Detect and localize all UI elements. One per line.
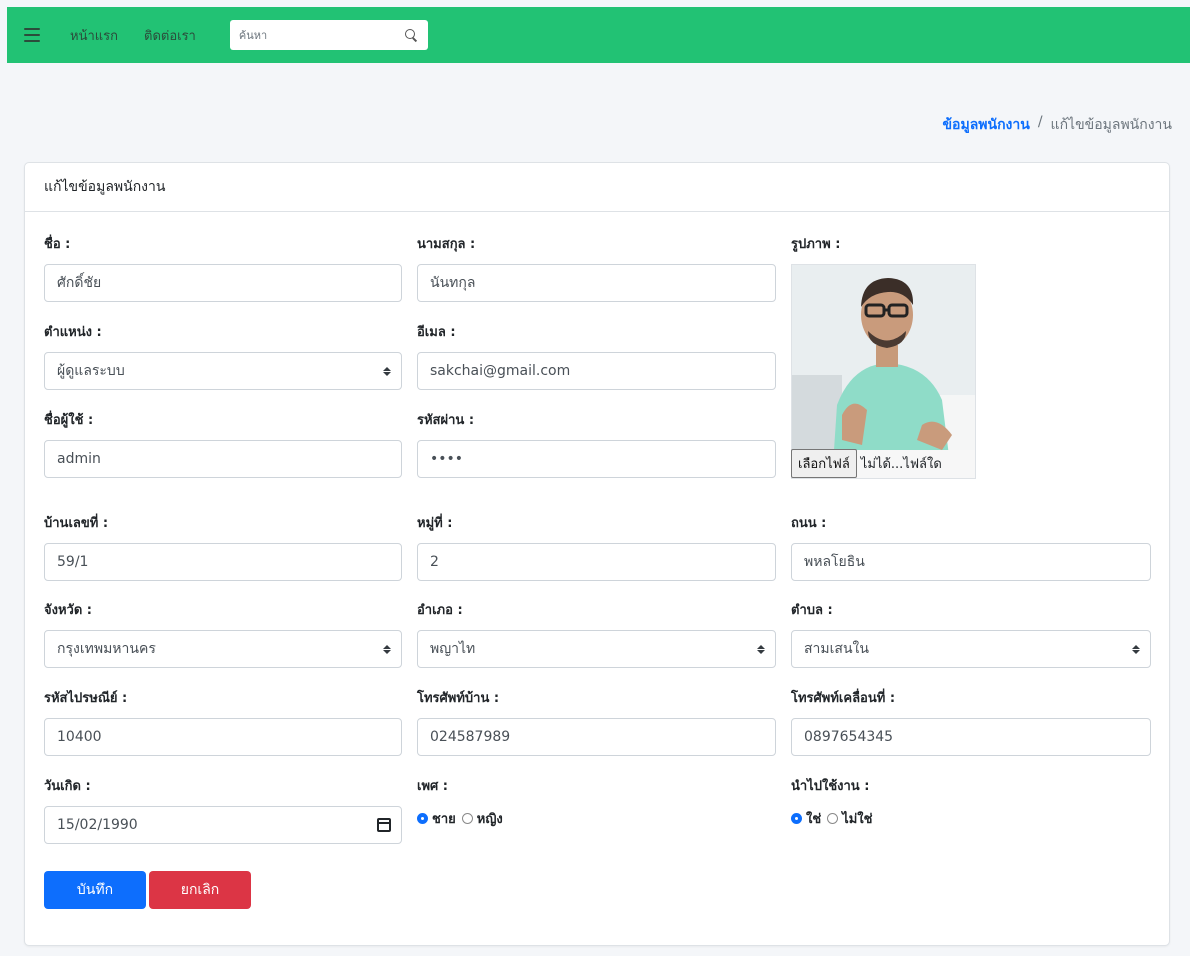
position-value: ผู้ดูแลระบบ (57, 363, 125, 379)
road-label: ถนน : (791, 516, 827, 531)
postcode-input[interactable]: 10400 (44, 718, 402, 756)
subdistrict-value: สามเสนใน (804, 641, 869, 657)
select-arrows-icon (383, 366, 391, 376)
district-value: พญาไท (430, 641, 476, 657)
first-name-input[interactable]: ศักดิ์ชัย (44, 264, 402, 302)
active-label: นำไปใช้งาน : (791, 779, 870, 794)
search-box (229, 20, 428, 50)
nav-contact-link[interactable]: ติดต่อเรา (144, 25, 196, 46)
house-no-input[interactable]: 59/1 (44, 543, 402, 581)
gender-female-label: หญิง (476, 812, 503, 827)
username-input[interactable]: admin (44, 440, 402, 478)
province-value: กรุงเทพมหานคร (57, 641, 156, 657)
calendar-icon[interactable] (377, 818, 391, 832)
cancel-button[interactable]: ยกเลิก (149, 871, 251, 909)
gender-male-radio[interactable] (417, 813, 428, 824)
postcode-label: รหัสไปรษณีย์ : (44, 691, 128, 706)
road-input[interactable]: พหลโยธิน (791, 543, 1151, 581)
card-title: แก้ไขข้อมูลพนักงาน (25, 163, 1169, 212)
province-label: จังหวัด : (44, 603, 93, 618)
password-input[interactable]: •••• (417, 440, 776, 478)
last-name-input[interactable]: นันทกุล (417, 264, 776, 302)
email-input[interactable]: sakchai@gmail.com (417, 352, 776, 390)
active-radio-group: ใช่ ไม่ใช่ (791, 808, 876, 829)
subdistrict-label: ตำบล : (791, 603, 833, 618)
birthdate-input[interactable]: 15/02/1990 (44, 806, 402, 844)
breadcrumb-separator: / (1037, 114, 1043, 130)
breadcrumb: ข้อมูลพนักงาน / แก้ไขข้อมูลพนักงาน (942, 114, 1172, 136)
birthdate-label: วันเกิด : (44, 779, 91, 794)
search-icon[interactable] (404, 28, 418, 42)
hamburger-menu-icon[interactable] (24, 28, 40, 42)
gender-radio-group: ชาย หญิง (417, 808, 507, 829)
save-button[interactable]: บันทึก (44, 871, 146, 909)
house-no-label: บ้านเลขที่ : (44, 516, 109, 531)
district-label: อำเภอ : (417, 603, 463, 618)
active-no-label: ไม่ใช่ (842, 812, 873, 827)
last-name-label: นามสกุล : (417, 237, 476, 252)
province-select[interactable]: กรุงเทพมหานคร (44, 630, 402, 668)
active-no-radio[interactable] (827, 813, 839, 824)
position-select[interactable]: ผู้ดูแลระบบ (44, 352, 402, 390)
first-name-label: ชื่อ : (44, 237, 71, 252)
active-yes-label: ใช่ (806, 812, 822, 827)
choose-file-button[interactable]: เลือกไฟล์ (791, 448, 857, 478)
subdistrict-select[interactable]: สามเสนใน (791, 630, 1151, 668)
select-arrows-icon (383, 644, 391, 654)
home-phone-input[interactable]: 024587989 (417, 718, 776, 756)
moo-input[interactable]: 2 (417, 543, 776, 581)
mobile-phone-input[interactable]: 0897654345 (791, 718, 1151, 756)
gender-male-label: ชาย (432, 812, 456, 827)
gender-label: เพศ : (417, 779, 448, 794)
password-label: รหัสผ่าน : (417, 413, 475, 428)
nav-home-link[interactable]: หน้าแรก (70, 25, 118, 46)
gender-female-radio[interactable] (461, 813, 473, 824)
username-label: ชื่อผู้ใช้ : (44, 413, 94, 428)
select-arrows-icon (1132, 644, 1140, 654)
active-yes-radio[interactable] (791, 813, 802, 824)
email-label: อีเมล : (417, 325, 456, 340)
position-label: ตำแหน่ง : (44, 325, 102, 340)
home-phone-label: โทรศัพท์บ้าน : (417, 691, 500, 706)
top-navbar: หน้าแรก ติดต่อเรา (7, 7, 1190, 63)
breadcrumb-employee-link[interactable]: ข้อมูลพนักงาน (942, 114, 1029, 136)
birthdate-value: 15/02/1990 (57, 817, 138, 833)
select-arrows-icon (757, 644, 765, 654)
edit-employee-card: แก้ไขข้อมูลพนักงาน ชื่อ : ศักดิ์ชัย นามส… (24, 162, 1170, 946)
search-input[interactable] (238, 28, 389, 42)
breadcrumb-current: แก้ไขข้อมูลพนักงาน (1050, 117, 1172, 133)
district-select[interactable]: พญาไท (417, 630, 776, 668)
moo-label: หมู่ที่ : (417, 516, 453, 531)
file-status-text: ไม่ได้...ไฟล์ใด (860, 456, 942, 472)
photo-label: รูปภาพ : (791, 237, 841, 252)
mobile-phone-label: โทรศัพท์เคลื่อนที่ : (791, 691, 896, 706)
file-upload-row: เลือกไฟล์ ไม่ได้...ไฟล์ใด (791, 447, 942, 479)
